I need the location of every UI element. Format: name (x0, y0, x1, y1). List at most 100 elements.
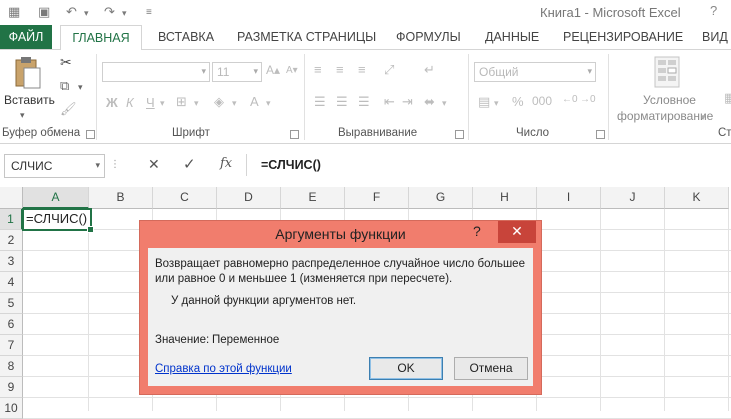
conditional-formatting-label-1[interactable]: Условное (643, 93, 696, 107)
fill-color-dropdown-icon[interactable]: ▾ (232, 98, 237, 109)
copy-icon[interactable]: ⧉ (60, 78, 69, 94)
row-header-8[interactable]: 8 (0, 356, 23, 377)
decrease-indent-icon[interactable]: ⇤ (384, 94, 395, 110)
paste-button[interactable]: Вставить (4, 93, 55, 107)
row-header-7[interactable]: 7 (0, 335, 23, 356)
increase-decimal-icon[interactable]: ←0 (562, 94, 578, 105)
align-center-icon[interactable]: ☰ (336, 94, 348, 110)
select-all-corner[interactable] (0, 187, 23, 209)
merge-center-icon[interactable]: ⬌ (424, 94, 435, 110)
active-cell-a1[interactable]: =СЛЧИС() (22, 208, 94, 233)
clipboard-launcher-icon[interactable] (86, 130, 95, 139)
align-left-icon[interactable]: ☰ (314, 94, 326, 110)
save-icon[interactable]: ▣ (38, 4, 50, 20)
dialog-help-icon[interactable]: ? (473, 223, 481, 239)
tab-home[interactable]: ГЛАВНАЯ (60, 25, 142, 51)
cancel-entry-icon[interactable]: ✕ (148, 156, 160, 173)
column-header-b[interactable]: B (89, 187, 153, 209)
shrink-font-icon[interactable]: A▾ (286, 65, 298, 76)
align-right-icon[interactable]: ☰ (358, 94, 370, 110)
bold-button[interactable]: Ж (106, 95, 118, 110)
font-size-combo[interactable]: 11 ▾ (212, 62, 262, 82)
tab-view[interactable]: ВИД (702, 25, 728, 49)
underline-button[interactable]: Ч (146, 95, 155, 110)
fill-handle[interactable] (87, 226, 94, 233)
column-header-k[interactable]: K (665, 187, 729, 209)
column-header-h[interactable]: H (473, 187, 537, 209)
tab-page-layout[interactable]: РАЗМЕТКА СТРАНИЦЫ (237, 25, 376, 49)
customize-quick-access-icon[interactable]: ≡ (146, 7, 152, 18)
grow-font-icon[interactable]: A▴ (266, 63, 280, 77)
chevron-down-icon[interactable]: ▾ (95, 160, 100, 171)
conditional-formatting-dropdown-icon[interactable]: ▾ (701, 112, 706, 123)
close-icon[interactable]: ✕ (498, 221, 536, 243)
enter-check-icon[interactable]: ✓ (183, 155, 196, 173)
cancel-button[interactable]: Отмена (454, 357, 528, 380)
align-top-icon[interactable]: ≡ (314, 62, 322, 77)
column-header-a[interactable]: A (23, 187, 89, 209)
copy-dropdown-icon[interactable]: ▾ (78, 82, 83, 93)
column-header-e[interactable]: E (281, 187, 345, 209)
tab-data[interactable]: ДАННЫЕ (485, 25, 539, 49)
accounting-dropdown-icon[interactable]: ▾ (494, 98, 499, 109)
row-header-3[interactable]: 3 (0, 251, 23, 272)
column-header-g[interactable]: G (409, 187, 473, 209)
borders-icon[interactable]: ⊞ (176, 94, 187, 110)
paste-dropdown-icon[interactable]: ▾ (20, 110, 25, 121)
formula-input[interactable]: =СЛЧИС() (246, 154, 731, 176)
row-header-10[interactable]: 10 (0, 398, 23, 419)
row-header-5[interactable]: 5 (0, 293, 23, 314)
decrease-decimal-icon[interactable]: →0 (580, 94, 596, 105)
conditional-formatting-icon[interactable] (654, 56, 680, 90)
column-header-c[interactable]: C (153, 187, 217, 209)
font-launcher-icon[interactable] (290, 130, 299, 139)
align-middle-icon[interactable]: ≡ (336, 62, 344, 77)
comma-style-icon[interactable]: 000 (532, 94, 552, 108)
row-header-4[interactable]: 4 (0, 272, 23, 293)
column-header-i[interactable]: I (537, 187, 601, 209)
borders-dropdown-icon[interactable]: ▾ (194, 98, 199, 109)
fill-color-icon[interactable]: ◈ (214, 94, 224, 110)
tab-formulas[interactable]: ФОРМУЛЫ (396, 25, 461, 49)
redo-dropdown-icon[interactable]: ▾ (122, 8, 127, 19)
formula-bar: СЛЧИС ▾ ⋮ ✕ ✓ fx =СЛЧИС() (0, 150, 731, 180)
wrap-text-icon[interactable]: ↵ (424, 62, 435, 78)
number-format-combo[interactable]: Общий ▾ (474, 62, 596, 82)
row-header-2[interactable]: 2 (0, 230, 23, 251)
align-bottom-icon[interactable]: ≡ (358, 62, 366, 77)
merge-dropdown-icon[interactable]: ▾ (442, 98, 447, 109)
tab-insert[interactable]: ВСТАВКА (158, 25, 214, 49)
font-name-combo[interactable]: ▾ (102, 62, 210, 82)
percent-style-icon[interactable]: % (512, 94, 524, 109)
format-painter-icon[interactable]: 🖌 (60, 101, 77, 117)
tab-file[interactable]: ФАЙЛ (0, 25, 52, 49)
accounting-format-icon[interactable]: ▤ (478, 94, 490, 110)
function-help-link[interactable]: Справка по этой функции (155, 363, 292, 375)
underline-dropdown-icon[interactable]: ▾ (160, 98, 165, 109)
cut-icon[interactable]: ✂ (60, 54, 72, 71)
italic-button[interactable]: К (126, 95, 134, 110)
orientation-icon[interactable]: ⤢ (384, 62, 394, 78)
tab-review[interactable]: РЕЦЕНЗИРОВАНИЕ (563, 25, 683, 49)
redo-icon[interactable]: ↷ (104, 4, 115, 20)
undo-icon[interactable]: ↶ (66, 4, 77, 20)
paste-icon[interactable] (12, 56, 44, 90)
undo-dropdown-icon[interactable]: ▾ (84, 8, 89, 19)
increase-indent-icon[interactable]: ⇥ (402, 94, 413, 110)
ok-button[interactable]: OK (369, 357, 443, 380)
row-header-6[interactable]: 6 (0, 314, 23, 335)
row-header-9[interactable]: 9 (0, 377, 23, 398)
insert-function-icon[interactable]: fx (220, 156, 232, 171)
alignment-launcher-icon[interactable] (455, 130, 464, 139)
window-help-icon[interactable]: ? (710, 3, 717, 18)
column-header-d[interactable]: D (217, 187, 281, 209)
column-header-j[interactable]: J (601, 187, 665, 209)
format-as-table-icon[interactable]: ▦ (724, 90, 731, 106)
column-header-f[interactable]: F (345, 187, 409, 209)
number-launcher-icon[interactable] (596, 130, 605, 139)
conditional-formatting-label-2[interactable]: форматирование (617, 109, 713, 123)
font-color-icon[interactable]: A (250, 94, 259, 109)
font-color-dropdown-icon[interactable]: ▾ (266, 98, 271, 109)
row-header-1[interactable]: 1 (0, 209, 23, 230)
name-box[interactable]: СЛЧИС ▾ (4, 154, 105, 178)
